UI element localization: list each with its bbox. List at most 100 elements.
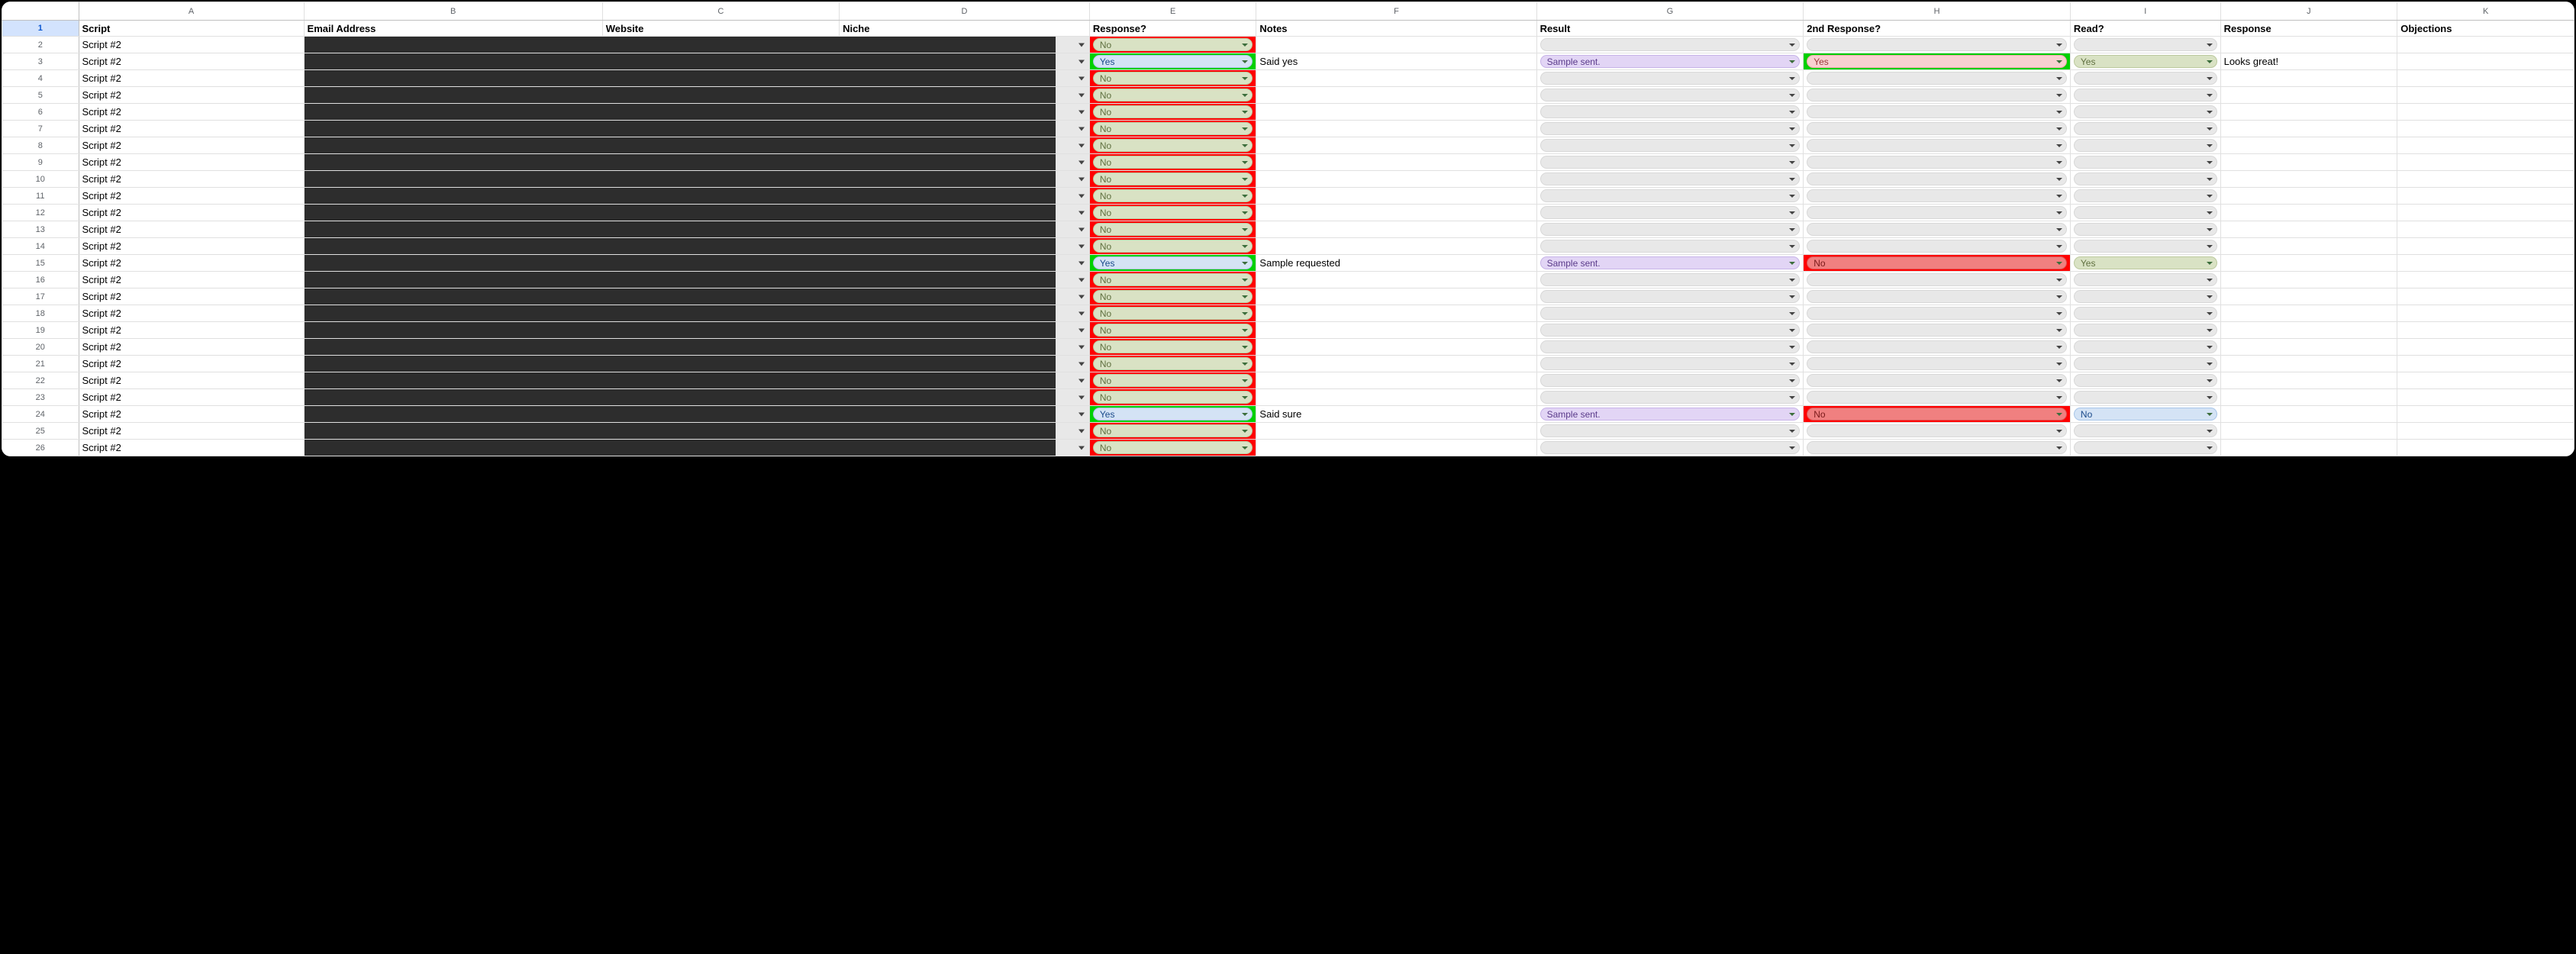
col-header-H[interactable]: H [1804, 2, 2071, 21]
row-header[interactable]: 13 [2, 221, 79, 238]
result-dropdown[interactable] [1536, 356, 1804, 372]
col-header-K[interactable]: K [2397, 2, 2574, 21]
result-dropdown[interactable] [1536, 339, 1804, 356]
cell-script[interactable]: Script #2 [79, 272, 304, 288]
read-dropdown[interactable] [2070, 121, 2220, 137]
cell-response-j[interactable] [2220, 356, 2397, 372]
row-header[interactable]: 15 [2, 255, 79, 272]
row-header[interactable]: 3 [2, 53, 79, 70]
niche-dropdown[interactable] [1056, 53, 1090, 70]
read-dropdown[interactable] [2070, 87, 2220, 104]
second-response-dropdown[interactable] [1804, 238, 2071, 255]
result-dropdown[interactable] [1536, 188, 1804, 205]
cell-script[interactable]: Script #2 [79, 104, 304, 121]
cell-response-j[interactable] [2220, 171, 2397, 188]
niche-dropdown[interactable] [1056, 70, 1090, 87]
header-2nd-response[interactable]: 2nd Response? [1804, 21, 2071, 37]
cell-notes[interactable] [1256, 87, 1536, 104]
second-response-dropdown[interactable] [1804, 104, 2071, 121]
niche-dropdown[interactable] [1056, 221, 1090, 238]
row-header[interactable]: 1 [2, 21, 79, 37]
cell-objections[interactable] [2397, 356, 2574, 372]
niche-dropdown[interactable] [1056, 288, 1090, 305]
cell-response-j[interactable] [2220, 238, 2397, 255]
response-dropdown[interactable]: No [1089, 238, 1256, 255]
response-dropdown[interactable]: Yes [1089, 406, 1256, 423]
cell-notes[interactable] [1256, 288, 1536, 305]
read-dropdown[interactable] [2070, 305, 2220, 322]
read-dropdown[interactable] [2070, 322, 2220, 339]
response-dropdown[interactable]: No [1089, 322, 1256, 339]
niche-dropdown[interactable] [1056, 322, 1090, 339]
cell-response-j[interactable] [2220, 389, 2397, 406]
row-header[interactable]: 14 [2, 238, 79, 255]
second-response-dropdown[interactable] [1804, 372, 2071, 389]
cell-response-j[interactable] [2220, 188, 2397, 205]
cell-response-j[interactable]: Looks great! [2220, 53, 2397, 70]
response-dropdown[interactable]: No [1089, 305, 1256, 322]
cell-notes[interactable] [1256, 238, 1536, 255]
response-dropdown[interactable]: No [1089, 423, 1256, 440]
cell-script[interactable]: Script #2 [79, 188, 304, 205]
response-dropdown[interactable]: No [1089, 137, 1256, 154]
read-dropdown[interactable] [2070, 440, 2220, 456]
cell-response-j[interactable] [2220, 205, 2397, 221]
read-dropdown[interactable] [2070, 272, 2220, 288]
header-script[interactable]: Script [79, 21, 304, 37]
second-response-dropdown[interactable]: Yes [1804, 53, 2071, 70]
response-dropdown[interactable]: No [1089, 221, 1256, 238]
redacted-cell[interactable] [304, 440, 1056, 456]
cell-script[interactable]: Script #2 [79, 440, 304, 456]
cell-script[interactable]: Script #2 [79, 389, 304, 406]
cell-script[interactable]: Script #2 [79, 70, 304, 87]
cell-notes[interactable] [1256, 372, 1536, 389]
redacted-cell[interactable] [304, 121, 1056, 137]
cell-script[interactable]: Script #2 [79, 87, 304, 104]
result-dropdown[interactable] [1536, 238, 1804, 255]
response-dropdown[interactable]: No [1089, 70, 1256, 87]
cell-script[interactable]: Script #2 [79, 372, 304, 389]
cell-objections[interactable] [2397, 322, 2574, 339]
cell-notes[interactable] [1256, 221, 1536, 238]
cell-notes[interactable] [1256, 171, 1536, 188]
col-header-C[interactable]: C [602, 2, 839, 21]
second-response-dropdown[interactable] [1804, 137, 2071, 154]
cell-objections[interactable] [2397, 121, 2574, 137]
cell-response-j[interactable] [2220, 406, 2397, 423]
col-header-B[interactable]: B [304, 2, 602, 21]
result-dropdown[interactable] [1536, 322, 1804, 339]
niche-dropdown[interactable] [1056, 255, 1090, 272]
second-response-dropdown[interactable] [1804, 305, 2071, 322]
second-response-dropdown[interactable] [1804, 121, 2071, 137]
response-dropdown[interactable]: Yes [1089, 53, 1256, 70]
niche-dropdown[interactable] [1056, 423, 1090, 440]
row-header[interactable]: 8 [2, 137, 79, 154]
cell-script[interactable]: Script #2 [79, 205, 304, 221]
read-dropdown[interactable] [2070, 339, 2220, 356]
row-header[interactable]: 24 [2, 406, 79, 423]
result-dropdown[interactable] [1536, 154, 1804, 171]
second-response-dropdown[interactable] [1804, 356, 2071, 372]
redacted-cell[interactable] [304, 255, 1056, 272]
second-response-dropdown[interactable] [1804, 389, 2071, 406]
cell-objections[interactable] [2397, 389, 2574, 406]
cell-objections[interactable] [2397, 188, 2574, 205]
redacted-cell[interactable] [304, 221, 1056, 238]
response-dropdown[interactable]: No [1089, 205, 1256, 221]
cell-script[interactable]: Script #2 [79, 339, 304, 356]
row-header[interactable]: 21 [2, 356, 79, 372]
read-dropdown[interactable] [2070, 389, 2220, 406]
cell-notes[interactable]: Sample requested [1256, 255, 1536, 272]
cell-objections[interactable] [2397, 406, 2574, 423]
niche-dropdown[interactable] [1056, 171, 1090, 188]
read-dropdown[interactable] [2070, 356, 2220, 372]
result-dropdown[interactable]: Sample sent. [1536, 53, 1804, 70]
response-dropdown[interactable]: No [1089, 356, 1256, 372]
row-header[interactable]: 18 [2, 305, 79, 322]
row-header[interactable]: 12 [2, 205, 79, 221]
redacted-cell[interactable] [304, 356, 1056, 372]
response-dropdown[interactable]: Yes [1089, 255, 1256, 272]
cell-notes[interactable] [1256, 154, 1536, 171]
redacted-cell[interactable] [304, 171, 1056, 188]
header-response[interactable]: Response? [1089, 21, 1256, 37]
